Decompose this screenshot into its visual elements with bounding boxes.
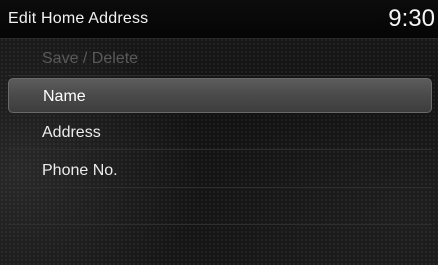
save-delete-label: Save / Delete (42, 50, 139, 67)
save-delete-item: Save / Delete (8, 41, 432, 76)
page-title: Edit Home Address (8, 10, 149, 27)
address-item[interactable]: Address (8, 115, 432, 150)
name-label: Name (43, 88, 86, 105)
name-item[interactable]: Name (8, 78, 432, 113)
phone-number-item[interactable]: Phone No. (8, 153, 432, 188)
clock: 9:30 (388, 5, 435, 32)
empty-list-row (8, 227, 432, 262)
empty-list-row (8, 190, 432, 225)
address-label: Address (42, 124, 101, 141)
title-bar: Edit Home Address 9:30 (0, 0, 438, 39)
nav-screen: Edit Home Address 9:30 Save / Delete Nam… (0, 0, 438, 265)
phone-number-label: Phone No. (42, 162, 118, 179)
